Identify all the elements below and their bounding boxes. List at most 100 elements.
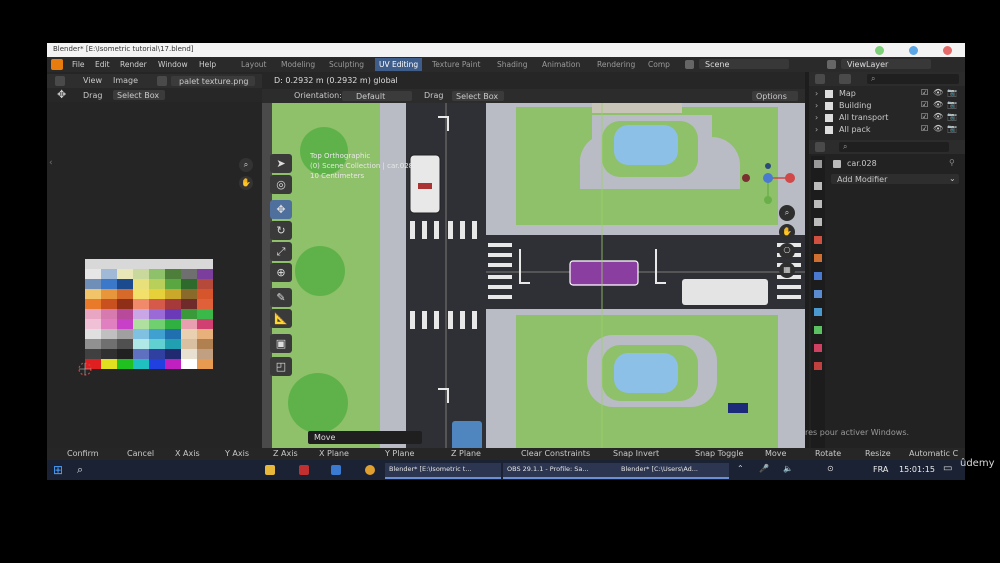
- tray-chevron-icon[interactable]: ⌃: [737, 464, 744, 473]
- menu-render[interactable]: Render: [120, 60, 147, 69]
- properties-search-input[interactable]: ⌕: [839, 142, 949, 152]
- 3d-viewport[interactable]: D: 0.2932 m (0.2932 m) global Orientatio…: [262, 72, 805, 448]
- menu-help[interactable]: Help: [199, 60, 216, 69]
- file-explorer-icon[interactable]: [265, 465, 275, 475]
- camera-view-icon[interactable]: ⎔: [779, 243, 795, 259]
- operator-panel[interactable]: Move: [308, 431, 422, 444]
- app-red-icon[interactable]: [299, 465, 309, 475]
- rotate-tool-button[interactable]: ↻: [270, 221, 292, 240]
- display-mode-icon[interactable]: [839, 74, 851, 84]
- uv-zoom-icon[interactable]: ⌕: [239, 158, 253, 172]
- camera-icon[interactable]: 📷: [947, 112, 957, 121]
- camera-icon[interactable]: 📷: [947, 124, 957, 133]
- checkbox-icon[interactable]: ☑: [921, 124, 928, 133]
- extrude-tool-button[interactable]: ◰: [270, 357, 292, 376]
- tab-sculpting[interactable]: Sculpting: [329, 60, 364, 69]
- 2d-cursor-icon[interactable]: [78, 362, 92, 376]
- tab-modeling[interactable]: Modeling: [281, 60, 315, 69]
- viewport-pan-icon[interactable]: ✋: [779, 224, 795, 240]
- expand-arrow-icon[interactable]: ›: [815, 125, 818, 134]
- windows-start-icon[interactable]: ⊞: [53, 464, 65, 476]
- world-tab-icon[interactable]: [814, 254, 822, 262]
- scene-tab-icon[interactable]: [814, 236, 822, 244]
- tab-shading[interactable]: Shading: [497, 60, 527, 69]
- outliner-item-all-transport[interactable]: › All transport ☑ 👁 📷: [809, 112, 965, 124]
- menu-file[interactable]: File: [72, 60, 85, 69]
- scale-tool-button[interactable]: ⤢: [270, 242, 292, 261]
- uv-image-menu[interactable]: Image: [113, 76, 138, 85]
- camera-icon[interactable]: 📷: [947, 100, 957, 109]
- viewlayer-field[interactable]: ViewLayer: [841, 59, 931, 69]
- outliner-search-input[interactable]: ⌕: [867, 74, 959, 84]
- eye-icon[interactable]: 👁: [933, 100, 943, 109]
- scene-field[interactable]: Scene: [699, 59, 789, 69]
- outliner-item-all-pack[interactable]: › All pack ☑ 👁 📷: [809, 124, 965, 136]
- measure-tool-button[interactable]: 📐: [270, 309, 292, 328]
- taskbar-app-blender-1[interactable]: Blender* [E:\Isometric t...: [385, 463, 501, 479]
- scene-icon[interactable]: [685, 60, 694, 69]
- annotate-tool-button[interactable]: ✎: [270, 288, 292, 307]
- checkbox-icon[interactable]: ☑: [921, 112, 928, 121]
- orientation-dropdown[interactable]: Default: [342, 91, 412, 101]
- particles-tab-icon[interactable]: [814, 290, 822, 298]
- editor-type-icon[interactable]: [55, 76, 65, 86]
- camera-icon[interactable]: 📷: [947, 88, 957, 97]
- search-icon[interactable]: ⌕: [77, 463, 83, 477]
- minimize-button[interactable]: [875, 46, 884, 55]
- maximize-button[interactable]: [909, 46, 918, 55]
- tweak-tool-button[interactable]: ➤: [270, 154, 292, 173]
- network-icon[interactable]: ⊙: [827, 464, 834, 473]
- tab-layout[interactable]: Layout: [241, 60, 267, 69]
- move-tool-button[interactable]: ✥: [270, 200, 292, 219]
- sidebar-toggle-icon[interactable]: ‹: [49, 158, 53, 168]
- uv-canvas[interactable]: [47, 102, 262, 448]
- app-blue-icon[interactable]: [331, 465, 341, 475]
- add-modifier-dropdown[interactable]: Add Modifier ⌄: [831, 174, 959, 184]
- image-name-field[interactable]: palet texture.png: [171, 76, 255, 86]
- output-tab-icon[interactable]: [814, 200, 822, 208]
- menu-edit[interactable]: Edit: [95, 60, 110, 69]
- viewport-zoom-icon[interactable]: ⌕: [779, 205, 795, 221]
- outliner-editor-icon[interactable]: [815, 74, 825, 84]
- chrome-icon[interactable]: [365, 465, 375, 475]
- volume-icon[interactable]: 🔈: [783, 464, 793, 473]
- clock[interactable]: 15:01:15: [899, 465, 935, 474]
- tab-texture-paint[interactable]: Texture Paint: [432, 60, 480, 69]
- eye-icon[interactable]: 👁: [933, 88, 943, 97]
- image-browse-icon[interactable]: [157, 76, 167, 86]
- taskbar-app-obs[interactable]: OBS 29.1.1 - Profile: Sa...: [503, 463, 619, 479]
- options-dropdown[interactable]: Options: [752, 91, 798, 101]
- expand-arrow-icon[interactable]: ›: [815, 89, 818, 98]
- move-arrows-icon[interactable]: ✥: [57, 89, 66, 100]
- close-button[interactable]: [943, 46, 952, 55]
- eye-icon[interactable]: 👁: [933, 112, 943, 121]
- render-tab-icon[interactable]: [814, 182, 822, 190]
- taskbar-app-blender-2[interactable]: Blender* [C:\Users\Ad...: [617, 463, 729, 479]
- properties-editor-icon[interactable]: [815, 142, 825, 152]
- object-name[interactable]: car.028: [847, 159, 877, 168]
- tab-rendering[interactable]: Rendering: [597, 60, 635, 69]
- physics-tab-icon[interactable]: [814, 308, 822, 316]
- pin-icon[interactable]: ⚲: [949, 158, 955, 167]
- add-cube-tool-button[interactable]: ▣: [270, 334, 292, 353]
- cursor-tool-button[interactable]: ◎: [270, 175, 292, 194]
- menu-window[interactable]: Window: [158, 60, 188, 69]
- data-tab-icon[interactable]: [814, 326, 822, 334]
- checkbox-icon[interactable]: ☑: [921, 88, 928, 97]
- notification-icon[interactable]: ▭: [943, 463, 952, 474]
- uv-pan-hand-icon[interactable]: ✋: [239, 176, 253, 190]
- ortho-grid-icon[interactable]: ▦: [779, 262, 795, 278]
- texture-tab-icon[interactable]: [814, 362, 822, 370]
- blender-logo-icon[interactable]: [51, 59, 63, 70]
- checkbox-icon[interactable]: ☑: [921, 100, 928, 109]
- uv-view-menu[interactable]: View: [83, 76, 102, 85]
- language-indicator[interactable]: FRA: [873, 465, 888, 474]
- tab-compositing[interactable]: Comp: [648, 60, 670, 69]
- outliner-item-building[interactable]: › Building ☑ 👁 📷: [809, 100, 965, 112]
- tab-animation[interactable]: Animation: [542, 60, 580, 69]
- expand-arrow-icon[interactable]: ›: [815, 113, 818, 122]
- tool-tab-icon[interactable]: [814, 160, 822, 168]
- material-tab-icon[interactable]: [814, 344, 822, 352]
- eye-icon[interactable]: 👁: [933, 124, 943, 133]
- tab-uv-editing[interactable]: UV Editing: [375, 58, 423, 71]
